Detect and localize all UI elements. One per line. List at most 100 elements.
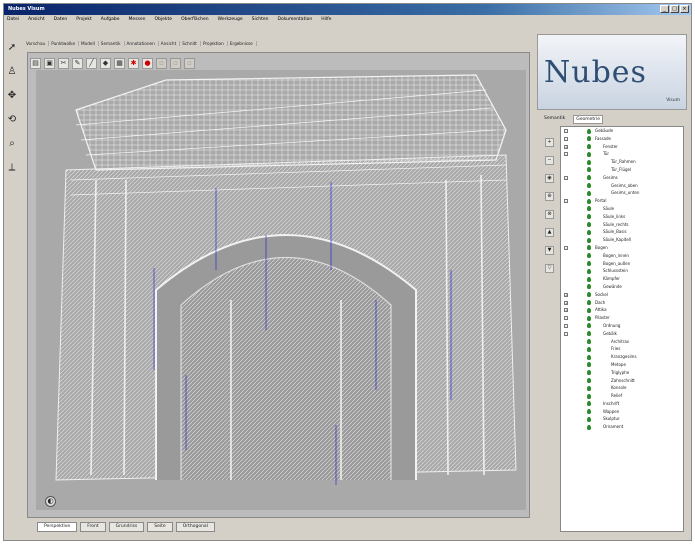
line-icon[interactable]: ╱ <box>86 58 97 69</box>
tree-row[interactable]: Gesims_unten <box>561 189 683 197</box>
menu-item[interactable]: Messen <box>129 17 146 22</box>
visibility-eye-icon[interactable] <box>587 378 591 383</box>
visibility-eye-icon[interactable] <box>587 339 591 345</box>
close-button[interactable]: × <box>680 5 689 13</box>
tree-row[interactable]: + Fenster <box>561 143 683 151</box>
tree-row[interactable]: - Pilaster <box>561 314 683 322</box>
visibility-eye-icon[interactable] <box>587 261 591 267</box>
menu-item[interactable]: Projekt <box>76 17 92 22</box>
tree-row[interactable]: Fries <box>561 345 683 353</box>
menu-item[interactable]: Daten <box>54 17 68 22</box>
tree-row[interactable]: - Gesims <box>561 174 683 182</box>
layers-icon[interactable]: ▦ <box>114 58 125 69</box>
pan-tool-icon[interactable]: ✥ <box>5 88 19 102</box>
menu-item[interactable]: Hilfe <box>321 17 331 22</box>
visibility-eye-icon[interactable] <box>587 331 591 337</box>
breadcrumb-tab[interactable]: Vorschau <box>26 41 50 46</box>
visibility-eye-icon[interactable] <box>587 253 591 259</box>
visibility-eye-icon[interactable] <box>587 237 591 243</box>
visibility-eye-icon[interactable] <box>587 229 591 235</box>
view-tab[interactable]: Perspektive <box>37 522 78 532</box>
collapse-icon[interactable]: - <box>564 152 568 157</box>
visibility-eye-icon[interactable] <box>587 401 591 407</box>
visibility-eye-icon[interactable] <box>587 424 591 430</box>
zoom-tool-icon[interactable]: ⌕ <box>5 136 19 150</box>
visibility-eye-icon[interactable] <box>587 198 591 204</box>
move-down-icon[interactable]: ▼ <box>545 246 554 255</box>
collapse-icon[interactable]: - <box>564 199 568 204</box>
tree-row[interactable]: + Sockel <box>561 291 683 299</box>
expand-icon[interactable]: + <box>564 300 568 305</box>
tree-row[interactable]: Kämpfer <box>561 275 683 283</box>
tree-row[interactable]: - Bogen <box>561 244 683 252</box>
menu-item[interactable]: Aufgabe <box>101 17 120 22</box>
tree-row[interactable]: + Dach <box>561 299 683 307</box>
visibility-eye-icon[interactable] <box>587 300 591 306</box>
visibility-eye-icon[interactable] <box>587 206 591 212</box>
expand-icon[interactable]: + <box>564 292 568 297</box>
move-up-icon[interactable]: ▲ <box>545 228 554 237</box>
tree-row[interactable]: Tür_Rahmen <box>561 158 683 166</box>
filter-icon[interactable]: ▽ <box>545 264 554 273</box>
visibility-eye-icon[interactable] <box>587 268 591 274</box>
tree-row[interactable]: Skulptur <box>561 415 683 423</box>
tree-row[interactable]: Kranzgesims <box>561 353 683 361</box>
tree-row[interactable]: Säule_Kapitell <box>561 236 683 244</box>
view-tab[interactable]: Seite <box>147 522 173 532</box>
tree-tab[interactable]: Geometrie <box>573 115 604 124</box>
tree-row[interactable]: Gewände <box>561 283 683 291</box>
save-icon[interactable]: ▣ <box>44 58 55 69</box>
tree-row[interactable]: Bogen_innen <box>561 252 683 260</box>
menu-item[interactable]: Objekte <box>155 17 173 22</box>
visibility-eye-icon[interactable] <box>587 183 591 189</box>
breadcrumb-tab[interactable]: Punktwolke <box>51 41 80 46</box>
tree-row[interactable]: Säule_Basis <box>561 228 683 236</box>
visibility-eye-icon[interactable] <box>587 307 591 313</box>
visibility-eye-icon[interactable] <box>587 292 591 298</box>
expand-icon[interactable]: + <box>564 308 568 313</box>
visibility-eye-icon[interactable] <box>587 385 591 391</box>
tree-row[interactable]: Zahnschnitt <box>561 377 683 385</box>
collapse-icon[interactable]: - <box>564 175 568 180</box>
breadcrumb-tab[interactable]: Projektion <box>203 41 228 46</box>
visibility-eye-icon[interactable] <box>587 144 591 150</box>
visibility-eye-icon[interactable] <box>587 175 591 181</box>
breadcrumb-tab[interactable]: Semantik <box>101 41 125 46</box>
alert-icon[interactable]: ✱ <box>128 58 139 69</box>
select-tool-icon[interactable]: ➚ <box>5 40 19 54</box>
tree-row[interactable]: Wappen <box>561 408 683 416</box>
tree-row[interactable]: - Fassade <box>561 135 683 143</box>
collapse-icon[interactable]: - <box>564 331 568 336</box>
visibility-eye-icon[interactable] <box>587 128 591 134</box>
minimize-button[interactable]: _ <box>660 5 669 13</box>
tree-row[interactable]: Inschrift <box>561 400 683 408</box>
tree-row[interactable]: Konsole <box>561 384 683 392</box>
tree-row[interactable]: Säule_links <box>561 213 683 221</box>
visibility-eye-icon[interactable] <box>587 354 591 360</box>
tree-row[interactable]: - Portal <box>561 197 683 205</box>
collapse-icon[interactable]: - <box>564 323 568 328</box>
stop-icon[interactable]: ● <box>142 58 153 69</box>
visibility-eye-icon[interactable] <box>587 284 591 290</box>
tree-row[interactable]: + Attika <box>561 306 683 314</box>
tree-tab[interactable]: Semantik <box>542 115 567 124</box>
breadcrumb-tab[interactable]: Modell <box>81 41 99 46</box>
view-tab[interactable]: Grundriss <box>108 522 145 532</box>
collapse-icon[interactable]: - <box>564 129 568 133</box>
visibility-icon[interactable]: ◉ <box>545 174 554 183</box>
breadcrumb-tab[interactable]: Annotationen <box>127 41 159 46</box>
tree-row[interactable]: Säule <box>561 205 683 213</box>
tree-row[interactable]: Triglyphe <box>561 369 683 377</box>
visibility-eye-icon[interactable] <box>587 362 591 368</box>
add-node-icon[interactable]: ⊕ <box>545 192 554 201</box>
visibility-eye-icon[interactable] <box>587 214 591 220</box>
visibility-eye-icon[interactable] <box>587 315 591 321</box>
visibility-eye-icon[interactable] <box>587 222 591 228</box>
tree-row[interactable]: Architrav <box>561 338 683 346</box>
delete-node-icon[interactable]: ⊗ <box>545 210 554 219</box>
expand-all-icon[interactable]: + <box>545 138 554 147</box>
collapse-all-icon[interactable]: − <box>545 156 554 165</box>
brush-icon[interactable]: ✎ <box>72 58 83 69</box>
breadcrumb-tab[interactable]: Ansicht <box>161 41 181 46</box>
open-icon[interactable]: ▤ <box>30 58 41 69</box>
